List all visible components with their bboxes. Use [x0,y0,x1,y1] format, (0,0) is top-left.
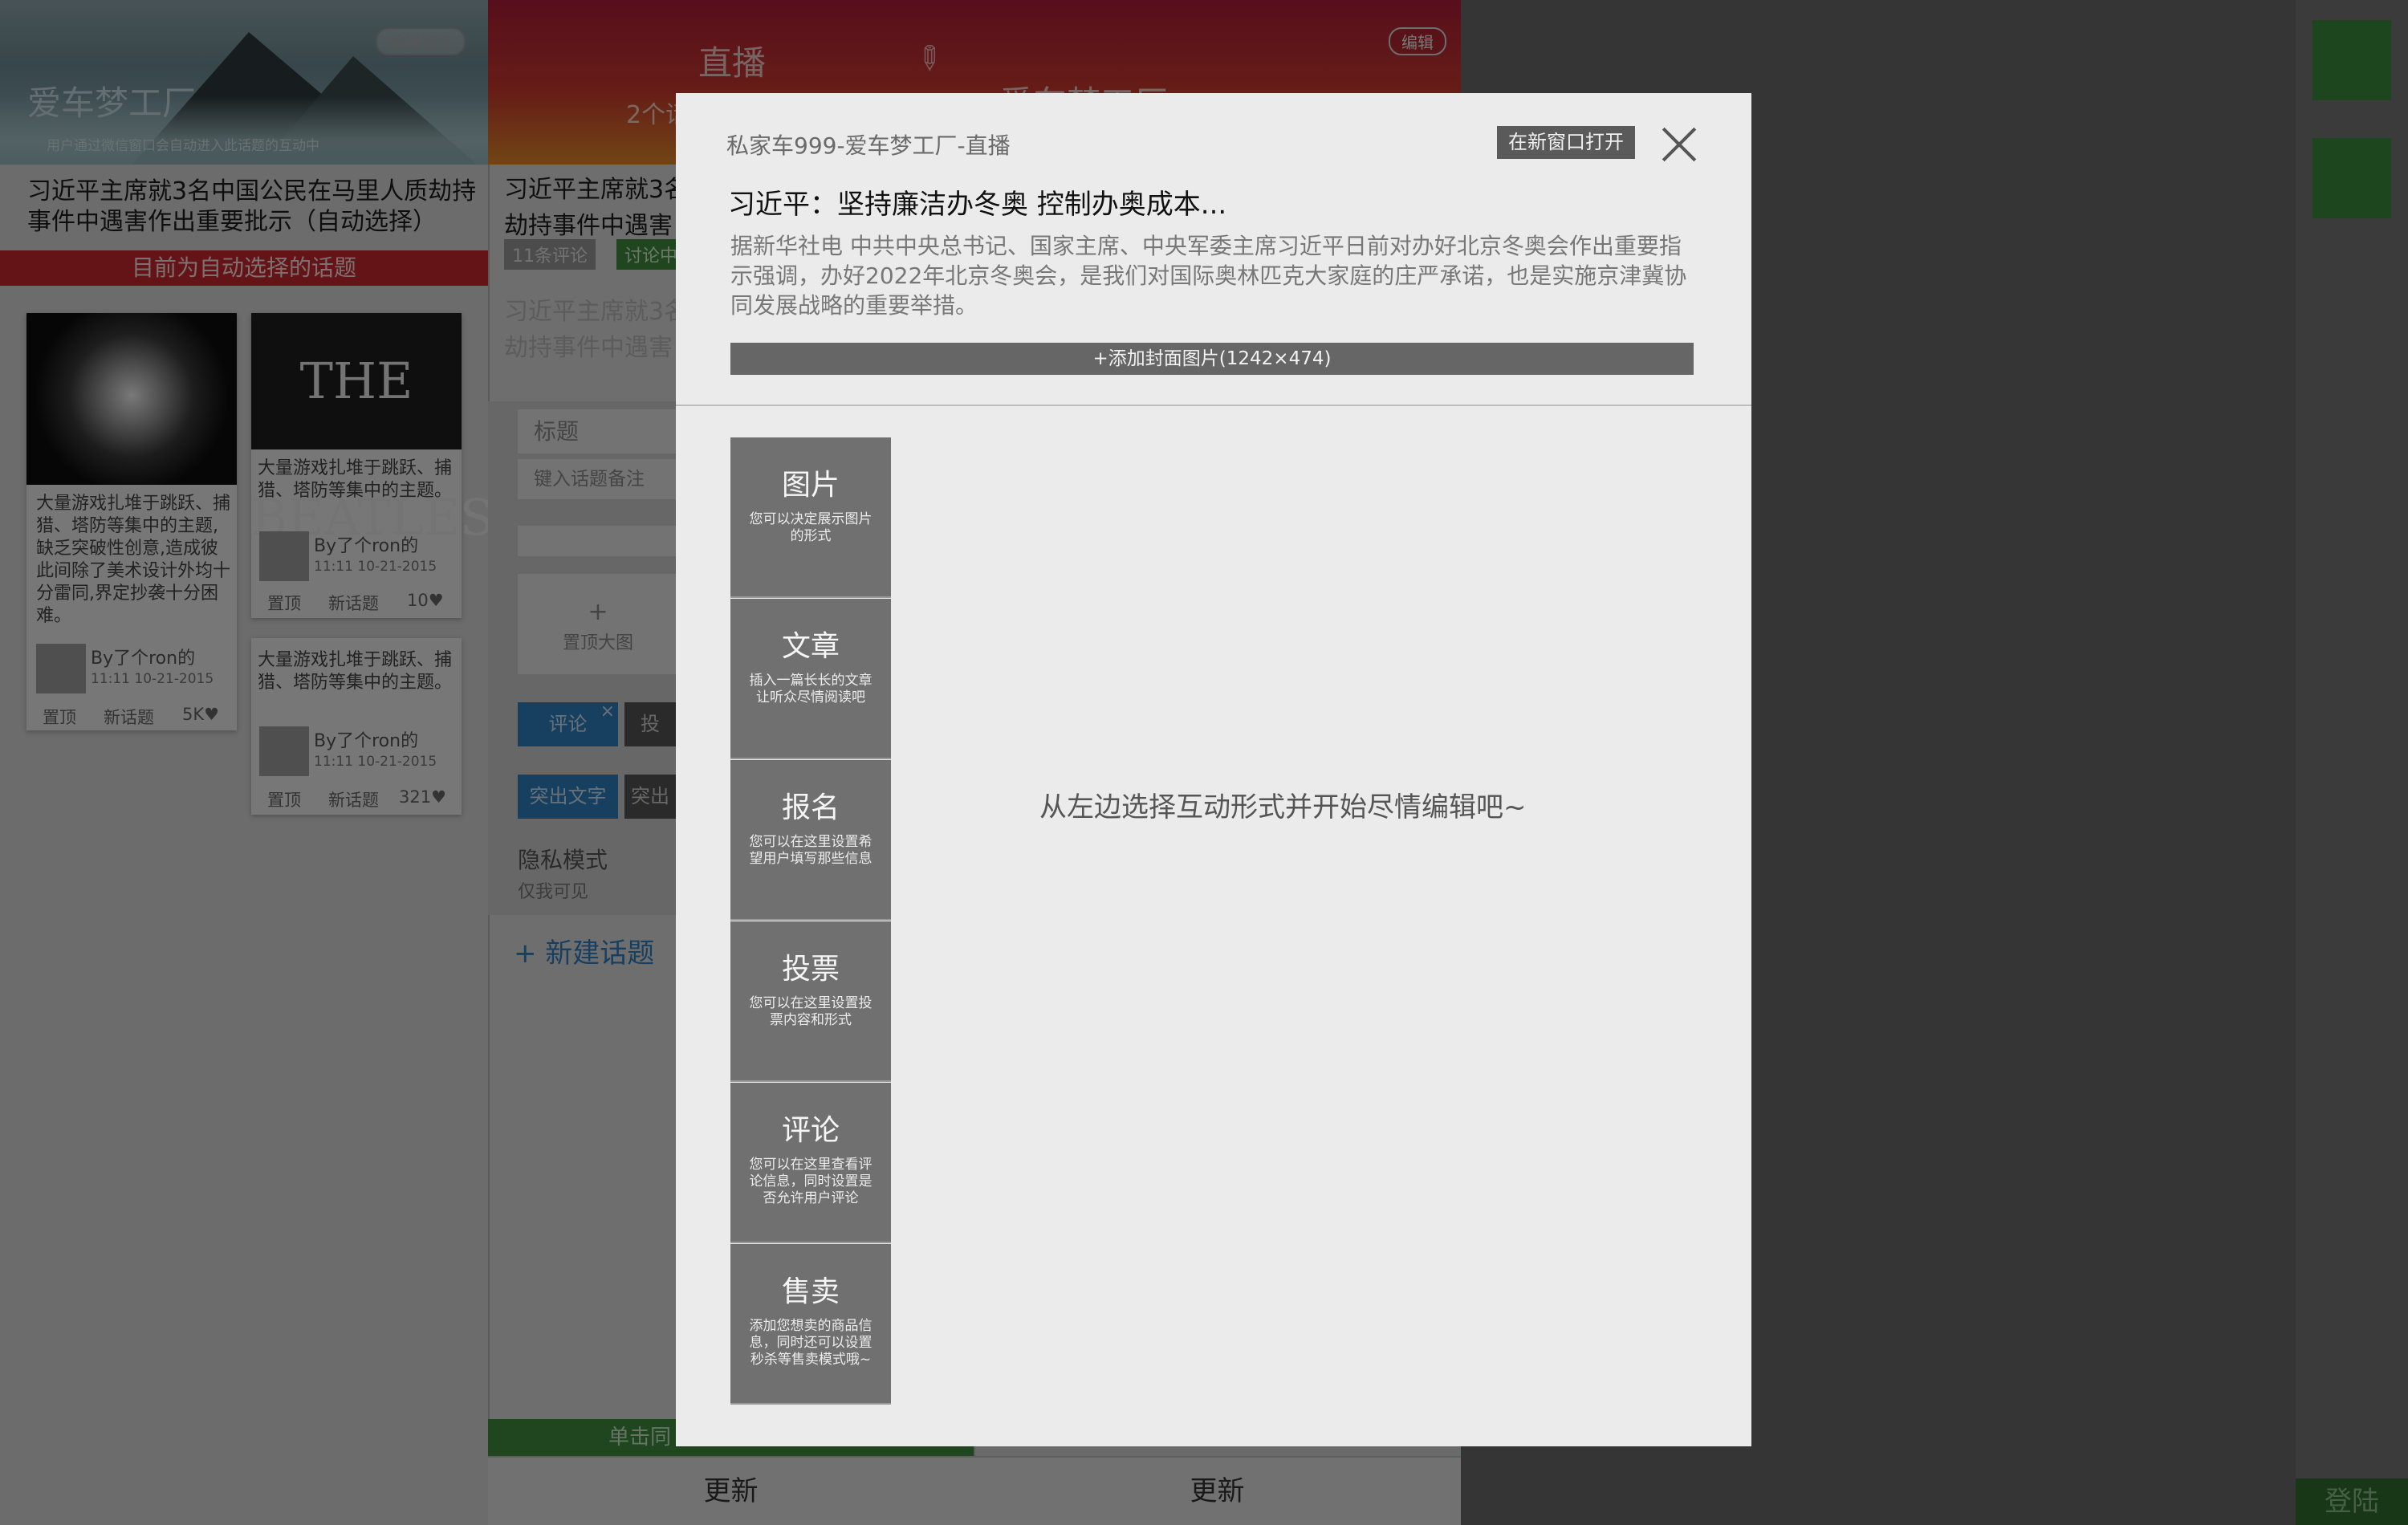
type-desc: 插入一篇长长的文章让听众尽情阅读吧 [749,673,872,706]
add-cover-image-button[interactable]: +添加封面图片(1242×474) [730,343,1694,375]
type-tile-signup[interactable]: 报名 您可以在这里设置希望用户填写那些信息 [730,760,891,921]
type-name: 报名 [781,791,840,824]
type-desc: 您可以在这里设置投票内容和形式 [749,995,872,1028]
type-tile-sale[interactable]: 售卖 添加您想卖的商品信息，同时还可以设置秒杀等售卖模式哦~ [730,1244,891,1405]
divider [676,405,1751,406]
type-name: 评论 [781,1114,840,1147]
type-name: 文章 [781,630,840,663]
article-title: 习近平：坚持廉洁办冬奥 控制办奥成本... [728,189,1227,221]
type-tile-image[interactable]: 图片 您可以决定展示图片的形式 [730,437,891,598]
type-tile-article[interactable]: 文章 插入一篇长长的文章让听众尽情阅读吧 [730,599,891,759]
type-name: 图片 [781,469,840,502]
close-icon[interactable] [1660,125,1698,164]
type-tile-comment[interactable]: 评论 您可以在这里查看评论信息，同时设置是否允许用户评论 [730,1083,891,1243]
type-name: 投票 [781,953,840,986]
breadcrumb: 私家车999-爱车梦工厂-直播 [726,132,1011,159]
empty-state-hint: 从左边选择互动形式并开始尽情编辑吧~ [1039,791,1527,824]
type-desc: 添加您想卖的商品信息，同时还可以设置秒杀等售卖模式哦~ [749,1318,872,1368]
article-description: 据新华社电 中共中央总书记、国家主席、中央军委主席习近平日前对办好北京冬奥会作出… [730,233,1687,319]
type-desc: 您可以在这里设置希望用户填写那些信息 [749,834,872,867]
open-in-new-window-button[interactable]: 在新窗口打开 [1497,126,1635,159]
type-desc: 您可以在这里查看评论信息，同时设置是否允许用户评论 [749,1157,872,1206]
type-tile-vote[interactable]: 投票 您可以在这里设置投票内容和形式 [730,921,891,1082]
type-name: 售卖 [781,1275,840,1308]
type-desc: 您可以决定展示图片的形式 [749,511,872,544]
